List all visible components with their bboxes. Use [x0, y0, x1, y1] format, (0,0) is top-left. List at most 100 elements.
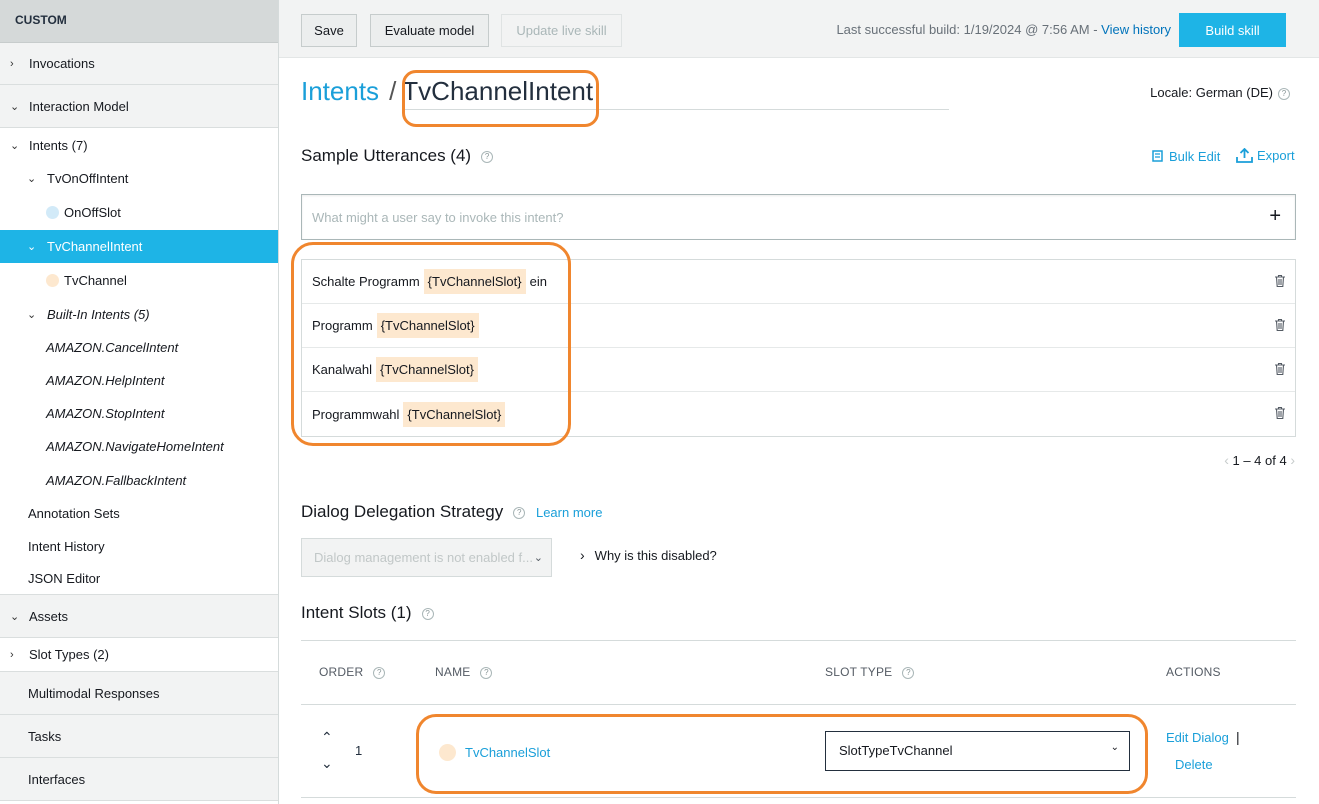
utterance-row[interactable]: Schalte Programm {TvChannelSlot} ein [302, 260, 1295, 304]
chevron-right-icon: › [10, 57, 14, 70]
help-icon[interactable]: ? [373, 666, 386, 679]
help-icon[interactable]: ? [481, 150, 494, 163]
sidebar-item-fallbackintent[interactable]: AMAZON.FallbackIntent [0, 463, 278, 497]
sidebar-item-invocations[interactable]: › Invocations [0, 43, 278, 85]
intent-name-underline [403, 109, 949, 110]
help-icon[interactable]: ? [902, 666, 915, 679]
pagination: ‹ 1 – 4 of 4 › [1224, 452, 1295, 468]
sidebar-item-intents[interactable]: ⌄ Intents (7) [0, 128, 278, 162]
breadcrumb-separator: / [389, 76, 397, 106]
move-down-icon[interactable]: ⌄ [321, 755, 333, 772]
slot-tag: {TvChannelSlot} [423, 269, 526, 294]
sidebar-item-slot-types[interactable]: › Slot Types (2) [0, 638, 278, 672]
divider [301, 704, 1296, 705]
intent-name-field[interactable]: TvChannelIntent [402, 76, 593, 106]
divider [301, 797, 1296, 798]
sidebar-item-interaction-model[interactable]: ⌄ Interaction Model [0, 85, 278, 128]
chevron-left-icon[interactable]: ‹ [1224, 452, 1229, 468]
sidebar-item-tvchannelintent[interactable]: ⌄ TvChannelIntent [0, 230, 278, 263]
sidebar-item-helpintent[interactable]: AMAZON.HelpIntent [0, 364, 278, 397]
evaluate-model-button[interactable]: Evaluate model [370, 14, 489, 47]
sidebar: CUSTOM › Invocations ⌄ Interaction Model… [0, 0, 279, 804]
sidebar-item-tvchannel[interactable]: TvChannel [0, 263, 278, 298]
utterance-text: Kanalwahl [312, 362, 372, 377]
help-icon[interactable]: ? [1278, 87, 1290, 100]
help-icon[interactable]: ? [480, 666, 493, 679]
breadcrumb-intents-link[interactable]: Intents [301, 76, 379, 106]
chevron-right-icon: › [580, 547, 585, 563]
trash-icon[interactable] [1275, 275, 1285, 287]
sidebar-item-label: Slot Types (2) [29, 647, 109, 662]
sidebar-item-label: AMAZON.StopIntent [46, 406, 165, 421]
help-icon[interactable]: ? [513, 506, 526, 519]
slot-order: 1 [355, 743, 363, 758]
help-icon[interactable]: ? [421, 607, 434, 620]
column-header-order: ORDER? [319, 665, 386, 679]
chevron-down-icon: ⌄ [10, 139, 20, 152]
sidebar-item-intent-history[interactable]: Intent History [0, 529, 278, 563]
sidebar-item-assets[interactable]: ⌄ Assets [0, 595, 278, 638]
bulk-edit-label: Bulk Edit [1169, 149, 1221, 164]
intent-slots-title: Intent Slots (1) [301, 603, 412, 622]
sidebar-item-label: OnOffSlot [64, 205, 121, 220]
sidebar-item-tvonoffintent[interactable]: ⌄ TvOnOffIntent [0, 162, 278, 195]
sidebar-item-label: Interfaces [28, 771, 86, 787]
why-disabled-label: Why is this disabled? [594, 548, 717, 563]
add-utterance-icon[interactable]: + [1269, 205, 1281, 228]
bulk-edit-button[interactable]: Bulk Edit [1152, 149, 1220, 164]
view-history-link[interactable]: View history [1101, 22, 1171, 37]
slot-type-select[interactable]: SlotTypeTvChannel ⌄ [825, 731, 1130, 771]
column-header-label: NAME [435, 665, 471, 679]
sidebar-item-cancelintent[interactable]: AMAZON.CancelIntent [0, 330, 278, 364]
edit-dialog-link[interactable]: Edit Dialog [1166, 730, 1229, 745]
chevron-down-icon: ⌄ [10, 610, 20, 623]
sidebar-item-label: AMAZON.FallbackIntent [46, 472, 187, 488]
sidebar-item-navigatehomeintent[interactable]: AMAZON.NavigateHomeIntent [0, 430, 278, 463]
utterance-row[interactable]: Programmwahl {TvChannelSlot} [302, 392, 1295, 436]
utterance-text: ein [529, 274, 547, 289]
save-button[interactable]: Save [301, 14, 357, 47]
sidebar-item-annotation-sets[interactable]: Annotation Sets [0, 497, 278, 529]
sidebar-item-label: TvChannel [64, 273, 127, 288]
export-button[interactable]: Export [1236, 147, 1295, 163]
sample-utterances-title: Sample Utterances (4) [301, 146, 472, 165]
toolbar: Save Evaluate model Update live skill La… [279, 0, 1319, 58]
sidebar-item-json-editor[interactable]: JSON Editor [0, 563, 278, 595]
chevron-down-icon: ⌄ [27, 308, 37, 321]
sidebar-item-tasks[interactable]: Tasks [0, 715, 278, 758]
slot-type-value: SlotTypeTvChannel [839, 743, 953, 758]
utterance-text: Programmwahl [312, 406, 400, 422]
trash-icon[interactable] [1275, 407, 1285, 419]
delete-slot-link[interactable]: Delete [1175, 757, 1213, 772]
column-header-label: ORDER [319, 665, 364, 679]
utterance-row[interactable]: Programm {TvChannelSlot} [302, 304, 1295, 348]
sidebar-item-stopintent[interactable]: AMAZON.StopIntent [0, 397, 278, 430]
sidebar-item-label: Assets [29, 608, 69, 624]
intent-slots-heading: Intent Slots (1)? [301, 603, 434, 623]
slot-name-link[interactable]: TvChannelSlot [465, 745, 550, 760]
build-status-text: Last successful build: 1/19/2024 @ 7:56 … [836, 22, 1098, 37]
utterance-row[interactable]: Kanalwahl {TvChannelSlot} [302, 348, 1295, 392]
sidebar-item-built-in-intents[interactable]: ⌄ Built-In Intents (5) [0, 298, 278, 330]
sidebar-item-label: Tasks [28, 728, 62, 744]
chevron-right-icon[interactable]: › [1290, 452, 1295, 468]
why-disabled-toggle[interactable]: › Why is this disabled? [580, 547, 717, 563]
sidebar-item-multimodal-responses[interactable]: Multimodal Responses [0, 672, 278, 715]
move-up-icon[interactable]: ⌃ [321, 729, 333, 746]
slot-dot-icon [46, 274, 59, 287]
dialog-strategy-select[interactable]: Dialog management is not enabled f... ⌄ [301, 538, 552, 577]
slot-dot-icon [46, 206, 59, 219]
learn-more-link[interactable]: Learn more [536, 505, 602, 520]
trash-icon[interactable] [1275, 319, 1285, 331]
sidebar-header: CUSTOM [0, 0, 278, 43]
sidebar-item-label: Invocations [29, 56, 95, 71]
sidebar-item-onoffslot[interactable]: OnOffSlot [0, 195, 278, 230]
trash-icon[interactable] [1275, 363, 1285, 375]
update-live-skill-button[interactable]: Update live skill [501, 14, 622, 47]
utterance-input[interactable] [302, 195, 1242, 239]
slot-tag: {TvChannelSlot} [403, 401, 506, 427]
build-skill-button[interactable]: Build skill [1179, 13, 1286, 47]
column-header-label: ACTIONS [1166, 665, 1221, 679]
sidebar-item-interfaces[interactable]: Interfaces [0, 758, 278, 801]
chevron-down-icon: ⌄ [1110, 742, 1119, 753]
